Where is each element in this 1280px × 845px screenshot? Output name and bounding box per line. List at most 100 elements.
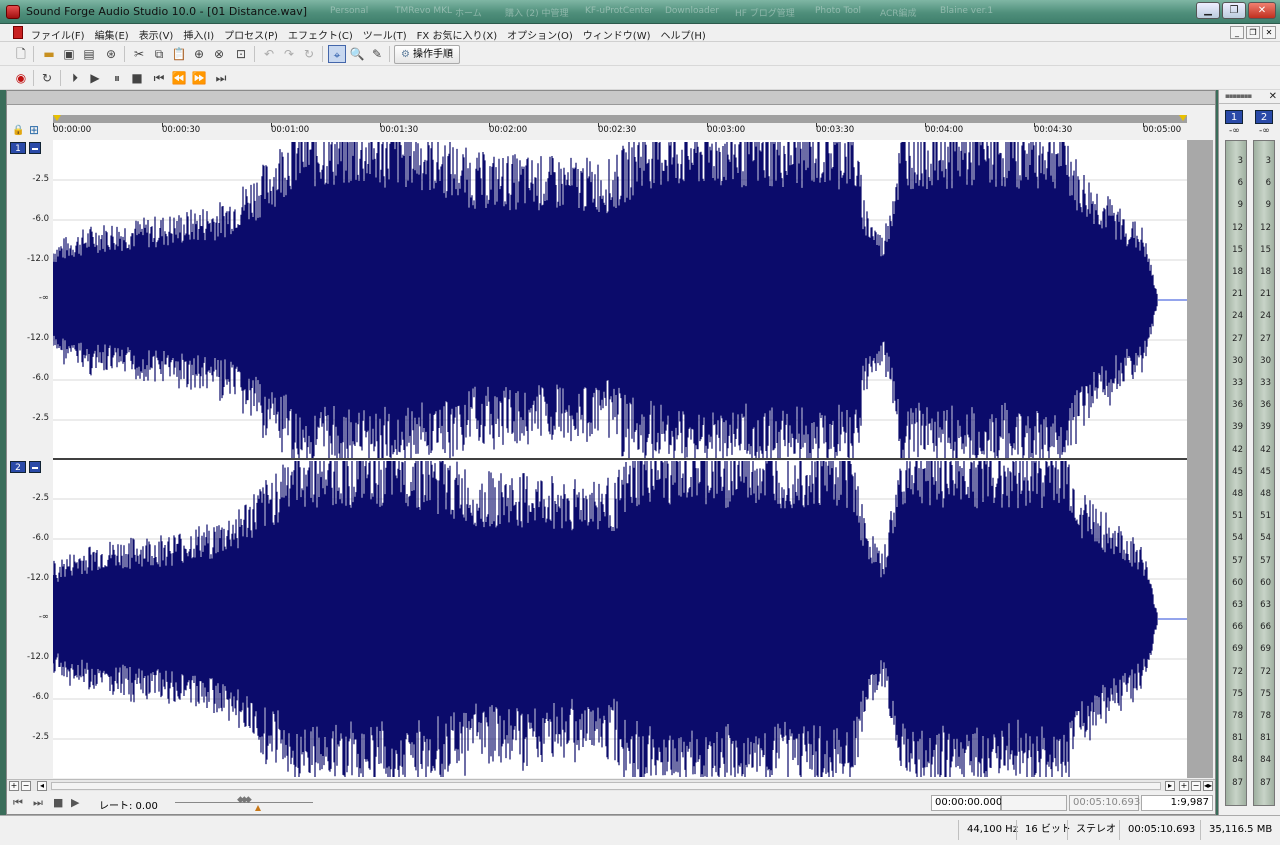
selection-start-field[interactable]: 00:00:00.000 [931,795,1002,811]
zoom-toggle-button[interactable]: ◂▸ [1203,781,1213,791]
selection-end-marker[interactable] [1179,115,1187,121]
cut-icon[interactable]: ✂ [130,45,148,63]
menu-view[interactable]: 表示(V) [139,27,174,42]
record-icon[interactable]: ◉ [12,69,30,87]
scroll-track[interactable] [51,782,1161,790]
selection-start-marker[interactable] [53,115,61,121]
doc-minimize-button[interactable]: _ [1230,26,1244,39]
channel-2-minimize-button[interactable] [29,461,41,473]
app-icon[interactable] [6,5,20,19]
channel-1-minimize-button[interactable] [29,142,41,154]
crossfade-paste-icon[interactable]: ⊗ [210,45,228,63]
channel-2-number[interactable]: 2 [10,461,26,473]
scroll-left-button[interactable]: ◂ [37,781,47,791]
db-label: -∞ [38,612,49,622]
menu-options[interactable]: オプション(O) [507,27,573,42]
undo-icon[interactable]: ↶ [260,45,278,63]
meter-scale-label: 66 [1260,622,1271,633]
lock-icon[interactable]: 🔒 [12,125,24,136]
new-file-icon[interactable]: 🗋 [12,45,30,63]
render-icon[interactable]: ⊛ [102,45,120,63]
open-folder-icon[interactable]: ▬ [40,45,58,63]
meter-close-icon[interactable]: ✕ [1269,91,1277,102]
zoom-out-button[interactable]: − [1191,781,1201,791]
doc-close-button[interactable]: ✕ [1262,26,1276,39]
doc-restore-button[interactable]: ❐ [1246,26,1260,39]
meter-scale-label: 42 [1260,444,1271,455]
minimize-button[interactable]: ▁ [1196,2,1220,19]
edit-tool-icon[interactable]: ⌖ [328,45,346,63]
rewind-icon[interactable]: ⏪ [170,69,188,87]
menu-tools[interactable]: ツール(T) [363,27,407,42]
pencil-tool-icon[interactable]: ✎ [368,45,386,63]
document-icon[interactable] [13,26,23,39]
save-icon[interactable]: ▣ [60,45,78,63]
zoom-out-vertical-button[interactable]: − [21,781,31,791]
play-icon[interactable]: ▶ [86,69,104,87]
repeat-icon[interactable]: ↻ [300,45,318,63]
snap-icon[interactable]: ⊞ [29,123,39,137]
db-label: -6.0 [32,214,49,224]
menu-process[interactable]: プロセス(P) [224,27,278,42]
meter-scale-label: 21 [1260,289,1271,300]
channel-2-waveform[interactable] [53,461,1158,777]
waveform-svg[interactable] [53,140,1187,778]
zoom-in-vertical-button[interactable]: + [9,781,19,791]
go-to-start-icon[interactable]: ⏮ [13,796,23,810]
loop-icon[interactable]: ↻ [38,69,56,87]
menu-insert[interactable]: 挿入(I) [183,27,214,42]
meter-scale-label: 39 [1260,422,1271,433]
meter-scale-label: 33 [1232,378,1243,388]
forward-icon[interactable]: ⏩ [190,69,208,87]
magnify-tool-icon[interactable]: 🔍 [348,45,366,63]
zoom-ratio-field[interactable]: 1:9,987 [1141,795,1213,811]
save-as-icon[interactable]: ▤ [80,45,98,63]
selection-length-field[interactable] [1001,795,1067,811]
ruler-tick: 00:00:00 [53,123,92,135]
end-of-file-area [1187,140,1213,778]
rate-marker-icon [255,805,261,811]
redo-icon[interactable]: ↷ [280,45,298,63]
scroll-right-button[interactable]: ▸ [1165,781,1175,791]
stop-icon[interactable]: ■ [53,796,63,809]
menu-edit[interactable]: 編集(E) [95,27,129,42]
zoom-in-button[interactable]: + [1179,781,1189,791]
trim-icon[interactable]: ⊡ [232,45,250,63]
rate-slider-thumb[interactable]: ◆◆◆ [237,795,252,805]
go-to-start-icon[interactable]: ⏮ [150,69,168,87]
process-steps-button[interactable]: ⚙ 操作手順 [394,45,460,64]
menu-help[interactable]: ヘルプ(H) [661,27,706,42]
selection-end-field[interactable]: 00:05:10.693 [1069,795,1140,811]
menu-window[interactable]: ウィンドウ(W) [583,27,651,42]
stop-icon[interactable]: ■ [128,69,146,87]
playback-meter-panel: ▪▪▪▪▪▪▪ ✕ 1 2 -∞ -∞ 3 3 6 6 9 9 12 12 15 15 18 18 21… [1218,90,1280,815]
horizontal-scrollbar[interactable]: + − ◂ ▸ + − ◂▸ [7,779,1215,791]
time-ruler[interactable]: 00:00:00 00:00:30 00:01:00 00:01:30 00:0… [53,123,1213,139]
mix-paste-icon[interactable]: ⊕ [190,45,208,63]
channel-1-waveform[interactable] [53,142,1158,458]
menu-effects[interactable]: エフェクト(C) [288,27,353,42]
paste-icon[interactable]: 📋 [170,45,188,63]
pause-icon[interactable]: ⏸ [108,69,126,87]
play-icon[interactable]: ▶ [71,796,79,809]
ruler-tick: 00:02:30 [598,123,637,135]
restore-button[interactable]: ❐ [1222,2,1246,19]
meter-channel-1[interactable]: 1 [1225,110,1243,124]
meter-peak-2: -∞ [1259,126,1270,136]
close-button[interactable]: ✕ [1248,2,1276,19]
drag-handle[interactable]: ▪▪▪▪▪▪▪ [1225,92,1252,100]
menu-file[interactable]: ファイル(F) [31,27,85,42]
waveform-canvas[interactable] [53,140,1187,778]
meter-scale-label: 45 [1232,466,1243,477]
play-all-icon[interactable]: ⏵ [66,69,84,87]
title-bar: Sound Forge Audio Studio 10.0 - [01 Dist… [0,0,1280,24]
meter-scale-label: 69 [1232,644,1243,655]
menu-fx-favorites[interactable]: FX お気に入り(X) [417,27,497,42]
channel-1-number[interactable]: 1 [10,142,26,154]
copy-icon[interactable]: ⧉ [150,45,168,63]
meter-channel-2[interactable]: 2 [1255,110,1273,124]
go-to-end-icon[interactable]: ⏭ [33,796,43,810]
meter-peak-1: -∞ [1229,126,1240,136]
go-to-end-icon[interactable]: ⏭ [212,69,230,87]
overview-bar[interactable] [53,115,1187,123]
